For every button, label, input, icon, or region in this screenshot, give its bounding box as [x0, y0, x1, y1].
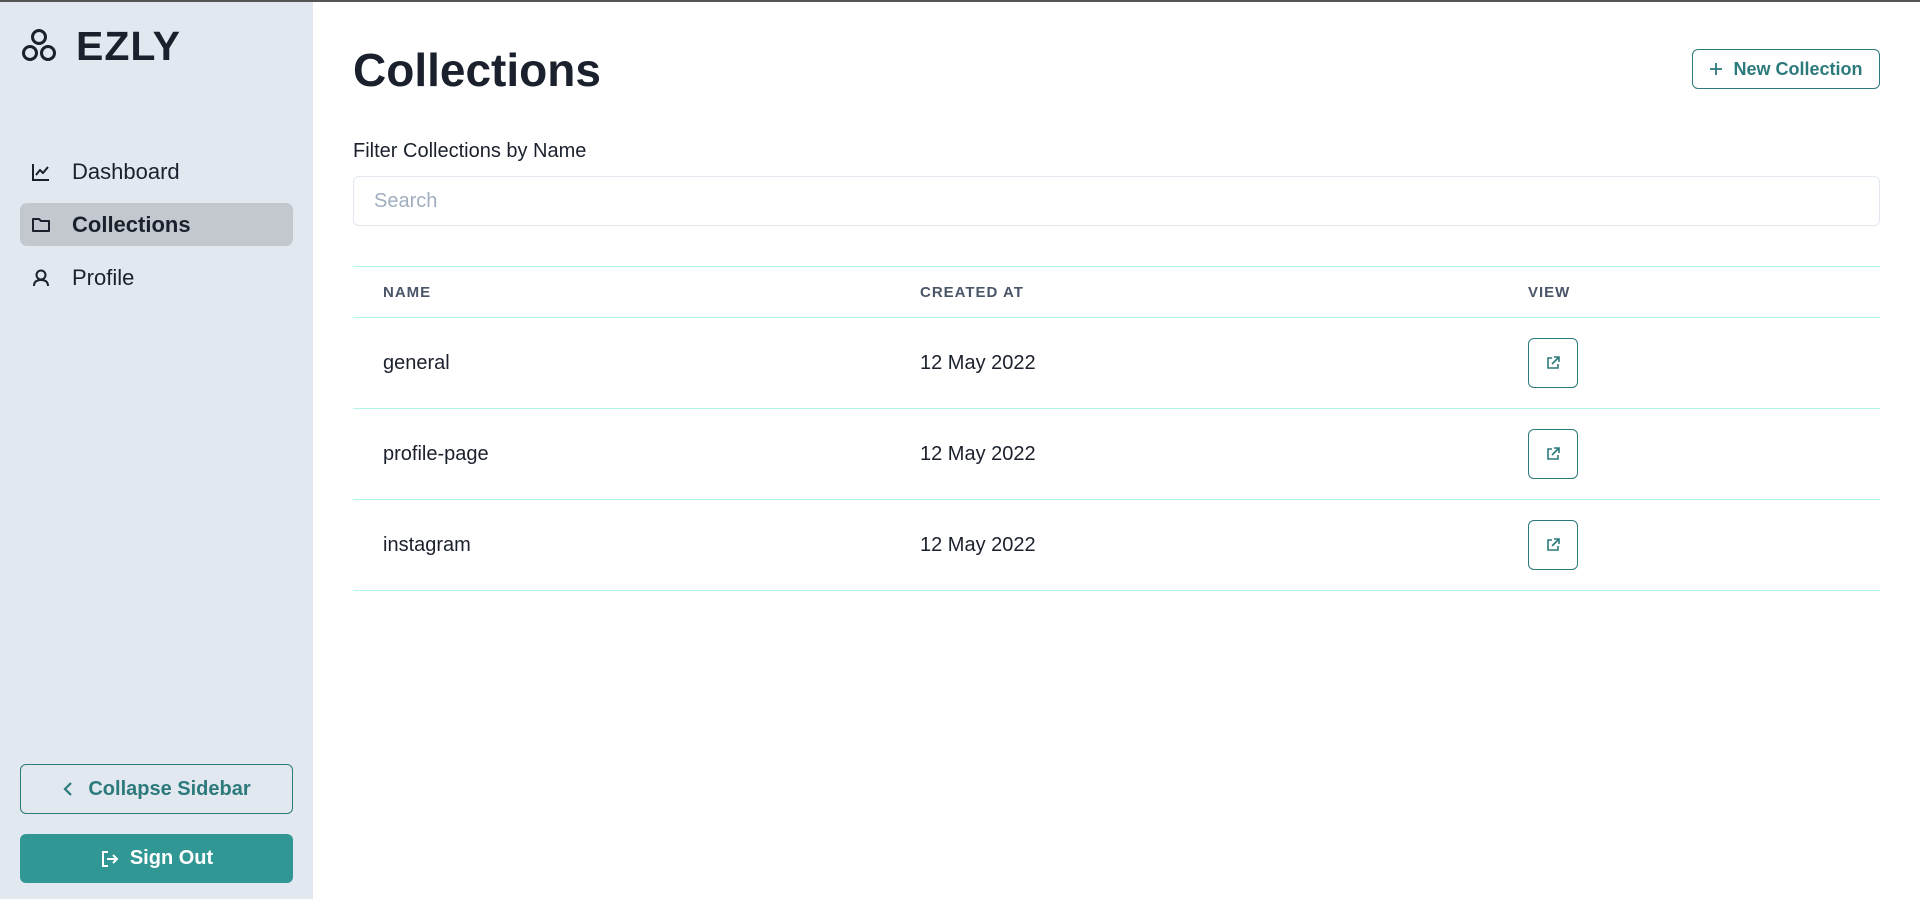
brand: EZLY: [20, 24, 181, 68]
column-header-view: VIEW: [1528, 283, 1571, 301]
column-header-created-at: CREATED AT: [920, 283, 1024, 301]
search-input[interactable]: [353, 176, 1880, 226]
table-row: instagram 12 May 2022: [353, 500, 1880, 591]
table-header-row: NAME CREATED AT VIEW: [353, 266, 1880, 318]
table-row: general 12 May 2022: [353, 318, 1880, 409]
app: EZLY Dashboard Collections Profile Colla…: [0, 0, 1920, 899]
collection-name: general: [383, 351, 450, 374]
collapse-sidebar-label: Collapse Sidebar: [88, 777, 251, 800]
collections-table: NAME CREATED AT VIEW general 12 May 2022: [353, 266, 1880, 591]
collection-created-at: 12 May 2022: [920, 442, 1036, 465]
view-collection-button[interactable]: [1528, 338, 1578, 388]
main-content: Collections New Collection Filter Collec…: [313, 0, 1920, 899]
sidebar-nav: Dashboard Collections Profile: [20, 150, 293, 309]
brand-name: EZLY: [76, 23, 182, 69]
collapse-sidebar-button[interactable]: Collapse Sidebar: [20, 764, 293, 814]
user-icon: [30, 267, 52, 289]
folder-icon: [30, 214, 52, 236]
sidebar-item-label: Collections: [72, 211, 191, 237]
sidebar-item-collections[interactable]: Collections: [20, 203, 293, 246]
sign-out-label: Sign Out: [129, 847, 214, 869]
chart-line-icon: [30, 161, 52, 183]
window-top-border: [0, 0, 1920, 2]
three-circles-logo-icon: [22, 29, 56, 61]
sidebar-item-label: Profile: [72, 264, 135, 290]
sidebar: EZLY Dashboard Collections Profile Colla…: [0, 0, 313, 899]
view-collection-button[interactable]: [1528, 520, 1578, 570]
view-collection-button[interactable]: [1528, 429, 1578, 479]
column-header-name: NAME: [383, 283, 432, 301]
collection-created-at: 12 May 2022: [920, 533, 1036, 556]
external-link-icon: [1547, 538, 1560, 551]
collection-name: instagram: [383, 533, 471, 556]
plus-icon: [1710, 63, 1723, 75]
table-row: profile-page 12 May 2022: [353, 409, 1880, 500]
sign-out-button[interactable]: Sign Out: [20, 834, 293, 883]
sign-out-icon: [101, 850, 119, 867]
external-link-icon: [1547, 356, 1560, 369]
sidebar-item-profile[interactable]: Profile: [20, 256, 293, 299]
page-title: Collections: [353, 44, 601, 96]
sidebar-item-label: Dashboard: [72, 158, 180, 184]
collection-name: profile-page: [383, 442, 489, 465]
collection-created-at: 12 May 2022: [920, 351, 1036, 374]
sidebar-item-dashboard[interactable]: Dashboard: [20, 150, 293, 193]
filter-label: Filter Collections by Name: [353, 140, 587, 162]
new-collection-label: New Collection: [1733, 58, 1863, 79]
external-link-icon: [1547, 447, 1560, 460]
new-collection-button[interactable]: New Collection: [1692, 49, 1880, 89]
chevron-left-icon: [63, 782, 73, 796]
